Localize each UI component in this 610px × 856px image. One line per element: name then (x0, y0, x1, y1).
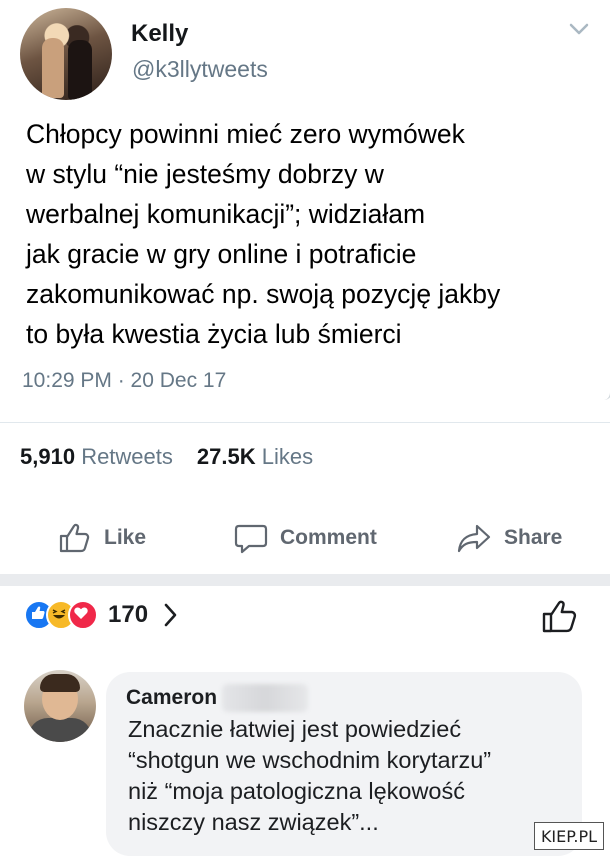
divider (0, 422, 610, 423)
site-watermark: KIEP.PL (534, 822, 604, 850)
tweet-text-line: zakomunikować np. swoją pozycję jakby (26, 279, 501, 309)
user-avatar[interactable] (20, 8, 112, 100)
comment-label: Comment (280, 526, 377, 549)
thumbs-up-icon (59, 523, 90, 553)
tweet-text-line: w stylu “nie jesteśmy dobrzy w (26, 159, 384, 189)
comment-text-line: “shotgun we wschodnim korytarzu” (128, 747, 492, 773)
comment-text-line: Znacznie łatwiej jest powiedzieć (128, 716, 462, 742)
comment-button[interactable]: Comment (234, 522, 377, 554)
tweet-text-line: werbalnej komunikacji”; widziałam (26, 199, 426, 229)
tweet-text-line: jak gracie w gry online i potraficie (26, 239, 417, 269)
share-arrow-icon (457, 524, 491, 553)
commenter-avatar[interactable] (24, 670, 96, 742)
commenter-name[interactable]: Cameron (126, 686, 217, 710)
share-label: Share (504, 526, 563, 549)
user-handle[interactable]: @k3llytweets (132, 56, 268, 83)
tweet-stats: 5,910 Retweets 27.5K Likes (20, 444, 313, 470)
user-name[interactable]: Kelly (131, 20, 188, 48)
love-reaction-icon (68, 600, 98, 630)
tweet-text: Chłopcy powinni mieć zero wymówek w styl… (26, 114, 606, 354)
chevron-right-icon (164, 603, 177, 627)
reaction-count: 170 (108, 601, 149, 628)
tweet-text-line: to była kwestia życia lub śmierci (26, 319, 402, 349)
comment-bubble-icon (234, 524, 268, 554)
tweet-timestamp[interactable]: 10:29 PM · 20 Dec 17 (22, 369, 226, 393)
comment-text-line: niż “moja patologiczna lękowość (128, 778, 465, 804)
thumbs-up-icon[interactable] (541, 598, 579, 634)
reactions-summary[interactable]: 170 (24, 600, 178, 630)
redacted-surname (222, 684, 308, 712)
comment-text: Znacznie łatwiej jest powiedzieć “shotgu… (128, 714, 578, 838)
share-button[interactable]: Share (456, 522, 562, 554)
likes-count[interactable]: 27.5K (197, 444, 256, 469)
post-actions-bar: Like Comment Share (0, 498, 610, 578)
retweets-count[interactable]: 5,910 (20, 444, 75, 469)
section-separator (0, 574, 610, 586)
likes-label[interactable]: Likes (262, 444, 313, 469)
comment-text-line: niszczy nasz związek”... (128, 809, 379, 835)
retweets-label[interactable]: Retweets (81, 444, 173, 469)
chevron-down-icon[interactable] (568, 20, 590, 38)
like-button[interactable]: Like (58, 522, 146, 554)
tweet-text-line: Chłopcy powinni mieć zero wymówek (26, 119, 465, 149)
like-label: Like (104, 526, 147, 549)
